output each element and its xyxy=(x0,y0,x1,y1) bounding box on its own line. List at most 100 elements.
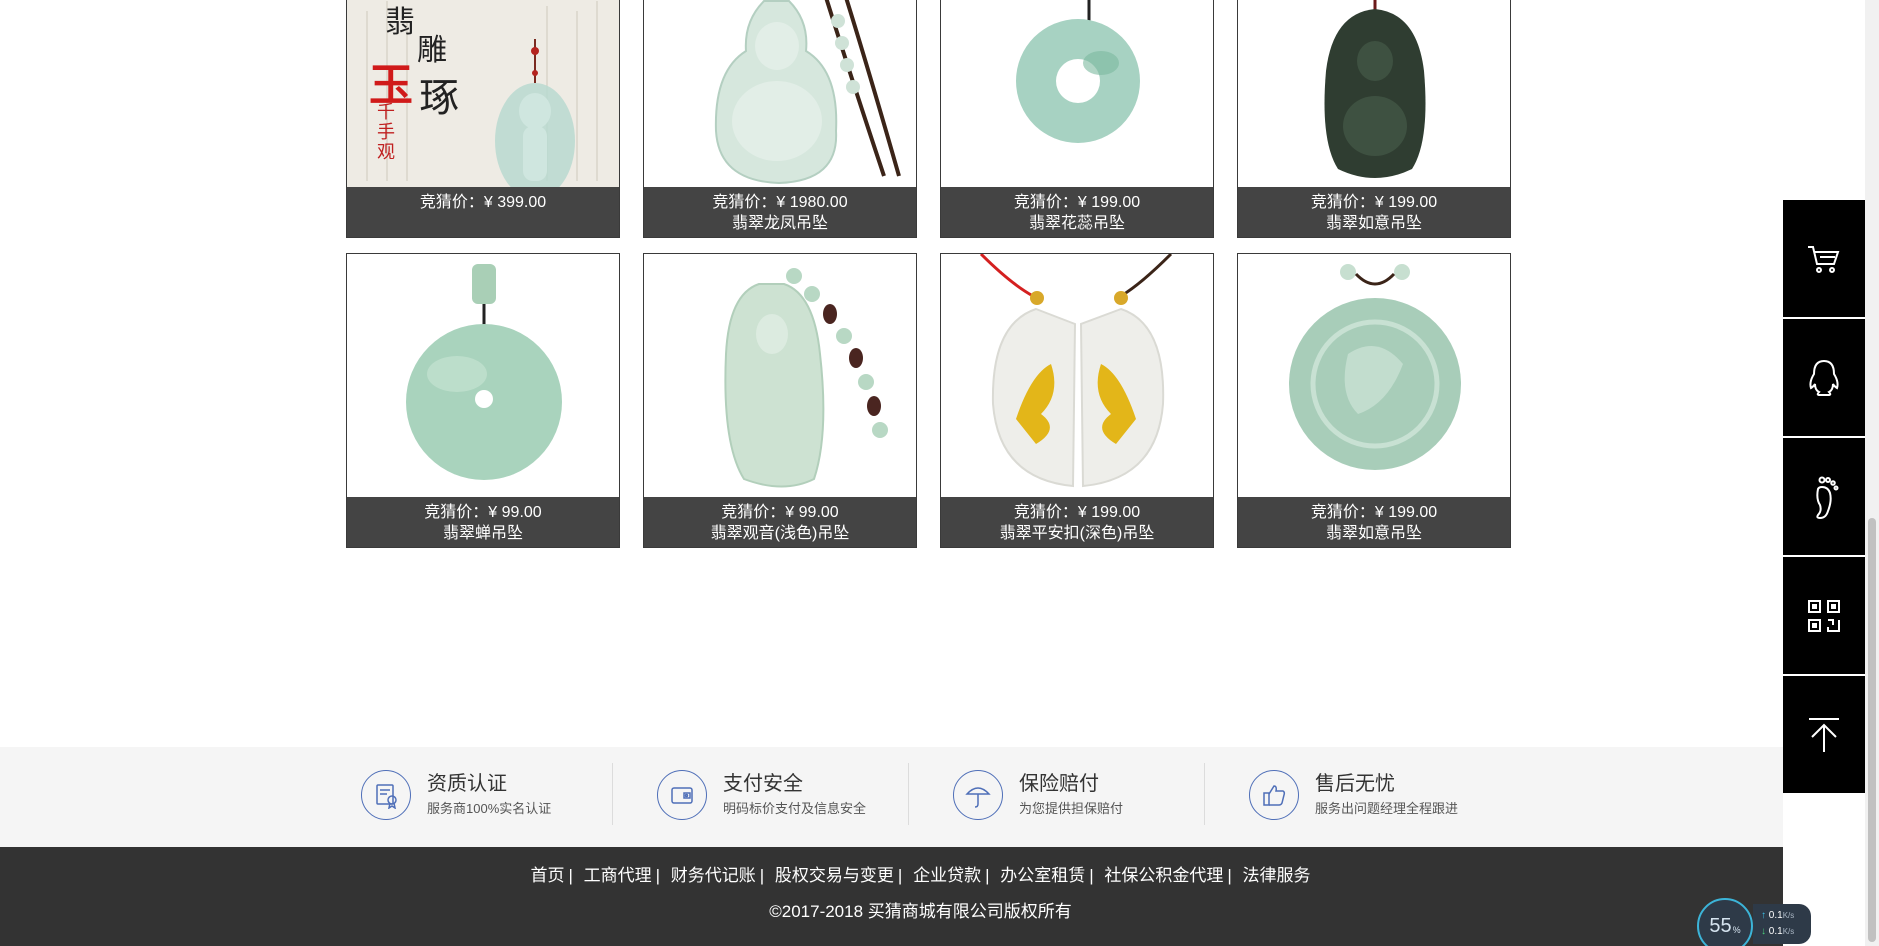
product-card[interactable]: 竞猜价：¥ 99.00 翡翠蝉吊坠 xyxy=(346,253,620,548)
memory-percent: 55 xyxy=(1709,914,1732,937)
guarantee-title: 支付安全 xyxy=(723,773,803,795)
link-separator: | xyxy=(759,866,765,885)
product-price: 竞猜价：¥ 199.00 xyxy=(1310,504,1438,521)
copyright: ©2017-2018 买猜商城有限公司版权所有 xyxy=(769,902,1072,921)
qr-code-button[interactable] xyxy=(1783,557,1865,676)
guarantee-item: 保险赔付 为您提供担保赔付 xyxy=(938,763,1234,823)
guarantee-item: 支付安全 明码标价支付及信息安全 xyxy=(642,763,938,823)
footprint-icon xyxy=(1816,476,1839,519)
product-image xyxy=(644,254,916,499)
memory-usage-ring: 55% xyxy=(1697,898,1753,946)
footer: 首页 | 工商代理 | 财务代记账 | 股权交易与变更 | 企业贷款 | 办公室租赁 | 社… xyxy=(0,847,1783,946)
product-card[interactable]: 竞猜价：¥ 199.00 翡翠花蕊吊坠 xyxy=(940,0,1214,238)
footprint-button[interactable] xyxy=(1783,438,1865,557)
guarantee-subtitle: 服务出问题经理全程跟进 xyxy=(1315,801,1459,816)
speed-rates: ↑ 0.1K/s ↓ 0.1K/s xyxy=(1753,904,1811,944)
divider xyxy=(612,763,613,825)
footer-link-loans[interactable]: 企业贷款 xyxy=(913,866,981,885)
product-name: 翡翠花蕊吊坠 xyxy=(1028,215,1125,232)
product-image xyxy=(644,0,916,189)
product-price: 竞猜价：¥ 199.00 xyxy=(1310,194,1438,211)
guarantee-title: 保险赔付 xyxy=(1019,773,1099,795)
upload-speed: 0.1 xyxy=(1768,910,1783,921)
guarantee-strip: 资质认证 服务商100%实名认证 支付安全 明码标价支付及信息安全 保险赔付 为… xyxy=(0,747,1783,847)
speed-unit: K/s xyxy=(1782,911,1795,920)
product-caption: 竞猜价：¥ 1980.00 翡翠龙凤吊坠 xyxy=(644,187,916,237)
guarantee-subtitle: 为您提供担保赔付 xyxy=(1019,801,1124,816)
product-name: 翡翠如意吊坠 xyxy=(1325,215,1422,232)
product-price: 竞猜价：¥ 199.00 xyxy=(1013,504,1141,521)
product-card[interactable]: 竞猜价：¥ 199.00 翡翠如意吊坠 xyxy=(1237,253,1511,548)
product-price: 竞猜价：¥ 199.00 xyxy=(1013,194,1141,211)
product-name: 翡翠平安扣(深色)吊坠 xyxy=(999,525,1155,542)
qr-code-icon xyxy=(1808,599,1840,632)
product-image xyxy=(347,254,619,499)
footer-link-home[interactable]: 首页 xyxy=(530,866,564,885)
product-image xyxy=(941,254,1213,499)
product-price: 竞猜价：¥ 399.00 xyxy=(419,194,547,211)
product-price: 竞猜价：¥ 99.00 xyxy=(721,504,839,521)
link-separator: | xyxy=(985,866,990,885)
product-image xyxy=(1238,254,1510,499)
guarantee-item: 售后无忧 服务出问题经理全程跟进 xyxy=(1234,763,1530,823)
poster-char: 雕 xyxy=(417,33,447,68)
poster-char: 琢 xyxy=(419,75,459,121)
footer-link-business-agent[interactable]: 工商代理 xyxy=(584,866,652,885)
percent-sign: % xyxy=(1732,925,1741,935)
upload-arrow-icon: ↑ xyxy=(1761,910,1766,921)
page: 翡 雕 玉 琢 千手观 竞猜价：¥ 399.00 竞猜价：¥ 1980.00 翡… xyxy=(0,0,1879,946)
footer-link-office-rental[interactable]: 办公室租赁 xyxy=(1000,866,1085,885)
download-arrow-icon: ↓ xyxy=(1761,926,1766,937)
back-to-top-icon xyxy=(1809,717,1839,752)
umbrella-icon xyxy=(953,770,1003,820)
link-separator: | xyxy=(1089,866,1094,885)
poster-vertical-text: 千手观 xyxy=(377,102,395,163)
footer-link-social-security[interactable]: 社保公积金代理 xyxy=(1104,866,1223,885)
scrollbar[interactable] xyxy=(1865,0,1879,946)
product-price: 竞猜价：¥ 99.00 xyxy=(424,504,542,521)
product-caption: 竞猜价：¥ 199.00 翡翠花蕊吊坠 xyxy=(941,187,1213,237)
footer-link-bookkeeping[interactable]: 财务代记账 xyxy=(671,866,756,885)
guarantee-subtitle: 服务商100%实名认证 xyxy=(427,801,552,816)
back-to-top-button[interactable] xyxy=(1783,676,1865,795)
product-name: 翡翠观音(浅色)吊坠 xyxy=(710,525,850,542)
thumbs-up-icon xyxy=(1249,770,1299,820)
divider xyxy=(1204,763,1205,825)
product-image: 翡 雕 玉 琢 千手观 xyxy=(347,0,619,189)
product-caption: 竞猜价：¥ 99.00 翡翠观音(浅色)吊坠 xyxy=(644,497,916,547)
product-image xyxy=(941,0,1213,189)
scrollbar-thumb[interactable] xyxy=(1868,518,1876,942)
product-card[interactable]: 翡 雕 玉 琢 千手观 竞猜价：¥ 399.00 xyxy=(346,0,620,238)
wallet-icon xyxy=(657,770,707,820)
product-caption: 竞猜价：¥ 399.00 xyxy=(347,187,619,237)
divider xyxy=(908,763,909,825)
floating-toolbar xyxy=(1783,200,1865,795)
product-image xyxy=(1238,0,1510,189)
qq-penguin-icon xyxy=(1809,359,1839,396)
qq-button[interactable] xyxy=(1783,319,1865,438)
product-card[interactable]: 竞猜价：¥ 199.00 翡翠如意吊坠 xyxy=(1237,0,1511,238)
product-caption: 竞猜价：¥ 199.00 翡翠如意吊坠 xyxy=(1238,187,1510,237)
product-name: 翡翠龙凤吊坠 xyxy=(731,215,828,232)
guarantee-title: 售后无忧 xyxy=(1315,773,1395,795)
product-card[interactable]: 竞猜价：¥ 99.00 翡翠观音(浅色)吊坠 xyxy=(643,253,917,548)
footer-link-equity[interactable]: 股权交易与变更 xyxy=(775,866,894,885)
guarantee-item: 资质认证 服务商100%实名认证 xyxy=(346,763,642,823)
link-separator: | xyxy=(568,866,573,885)
cart-button[interactable] xyxy=(1783,200,1865,319)
footer-links: 首页 | 工商代理 | 财务代记账 | 股权交易与变更 | 企业贷款 | 办公室租赁 | 社… xyxy=(0,861,1841,886)
product-card[interactable]: 竞猜价：¥ 199.00 翡翠平安扣(深色)吊坠 xyxy=(940,253,1214,548)
cart-icon xyxy=(1808,245,1840,273)
network-speed-widget[interactable]: ↑ 0.1K/s ↓ 0.1K/s 55% xyxy=(1697,898,1813,946)
speed-unit: K/s xyxy=(1782,927,1795,936)
certificate-icon xyxy=(361,770,411,820)
product-price: 竞猜价：¥ 1980.00 xyxy=(712,194,848,211)
product-caption: 竞猜价：¥ 199.00 翡翠平安扣(深色)吊坠 xyxy=(941,497,1213,547)
guarantee-subtitle: 明码标价支付及信息安全 xyxy=(723,801,867,816)
product-caption: 竞猜价：¥ 99.00 翡翠蝉吊坠 xyxy=(347,497,619,547)
poster-char: 翡 xyxy=(385,5,415,40)
footer-link-legal[interactable]: 法律服务 xyxy=(1243,866,1311,885)
product-card[interactable]: 竞猜价：¥ 1980.00 翡翠龙凤吊坠 xyxy=(643,0,917,238)
link-separator: | xyxy=(897,866,903,885)
link-separator: | xyxy=(655,866,661,885)
